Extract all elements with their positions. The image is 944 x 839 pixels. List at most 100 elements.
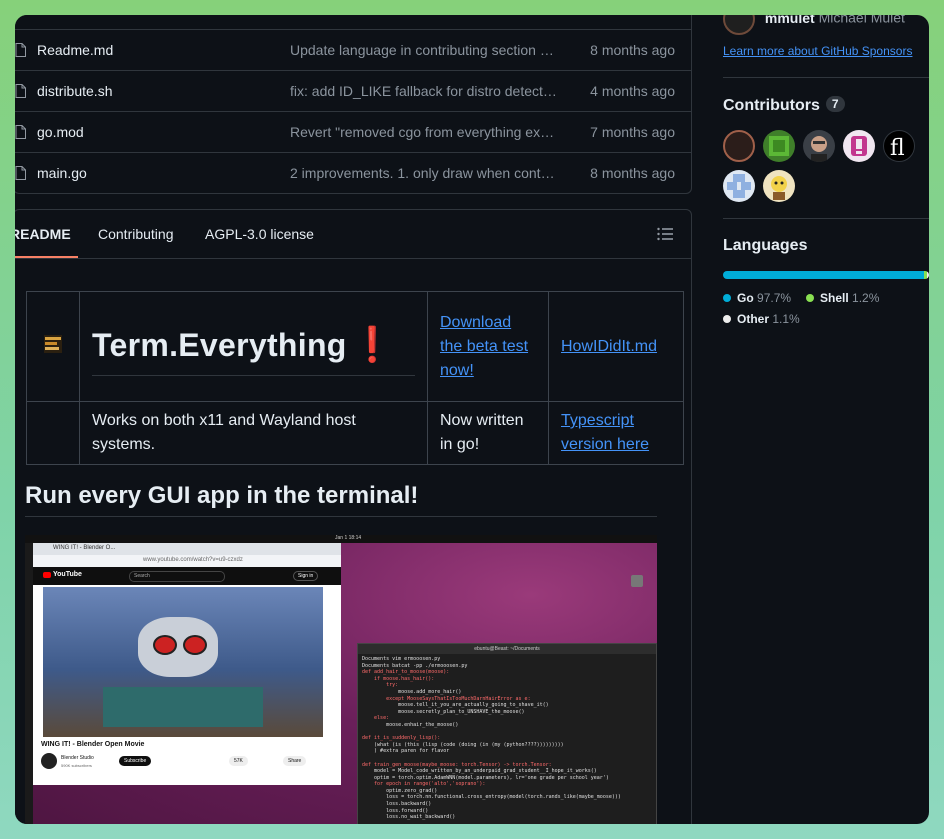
contributor-avatar[interactable] bbox=[763, 170, 795, 202]
youtube-logo-icon bbox=[43, 572, 51, 578]
language-shell[interactable]: Shell 1.2% bbox=[806, 291, 879, 305]
browser-tabbar: WING IT! - Blender O... bbox=[33, 543, 341, 555]
learn-sponsors-link[interactable]: Learn more about GitHub Sponsors bbox=[723, 44, 912, 58]
video-player[interactable] bbox=[43, 587, 323, 737]
download-beta-link[interactable]: Download the beta test now! bbox=[440, 314, 528, 379]
empty-cell bbox=[26, 401, 80, 465]
youtube-search[interactable]: Search bbox=[129, 571, 225, 582]
howididit-link[interactable]: HowIDidIt.md bbox=[561, 338, 657, 355]
commit-message[interactable]: 2 improvements. 1. only draw when conten… bbox=[290, 165, 558, 181]
file-row[interactable]: Readme.md Update language in contributin… bbox=[15, 29, 691, 70]
commit-time: 4 months ago bbox=[590, 83, 675, 99]
header-table: Term.Everything ❗ Download the beta test… bbox=[26, 291, 684, 465]
tab-contributing[interactable]: Contributing bbox=[98, 226, 174, 242]
subscribe-button[interactable]: Subscribe bbox=[119, 756, 152, 766]
contributor-drawing bbox=[771, 176, 787, 200]
tab-readme[interactable]: README bbox=[15, 226, 71, 242]
sidebar-divider bbox=[723, 218, 929, 219]
goggle-left bbox=[153, 635, 177, 655]
terminal-line: except MooseSaysThatIsTooMuchDarnHairErr… bbox=[362, 695, 531, 702]
channel-name: Blender Studio bbox=[61, 755, 94, 761]
language-percent: 97.7% bbox=[757, 291, 792, 305]
terminal-line: else: bbox=[362, 715, 390, 722]
terminal-line: loss.forward() bbox=[362, 807, 429, 814]
contributor-avatar[interactable] bbox=[723, 130, 755, 162]
terminal-line: moose.add_more_hair() bbox=[362, 688, 462, 695]
file-icon bbox=[15, 43, 26, 57]
file-icon bbox=[15, 166, 26, 180]
repo-sidebar: mmulet Michael Mulet Learn more about Gi… bbox=[723, 15, 929, 824]
terminal-line: Documents batcat -pp ./ermooosen.py bbox=[362, 662, 468, 669]
file-name[interactable]: Readme.md bbox=[37, 42, 113, 58]
terminal-body: Documents vim ermooosen.py Documents batc… bbox=[358, 654, 656, 823]
contributor-monogram: fl bbox=[890, 136, 905, 161]
contributor-avatar[interactable] bbox=[723, 170, 755, 202]
typescript-link[interactable]: Typescript version here bbox=[561, 412, 649, 453]
readme-tabs: README Contributing AGPL-3.0 license bbox=[15, 210, 691, 259]
language-other[interactable]: Other 1.1% bbox=[723, 312, 800, 326]
active-tab-indicator bbox=[15, 256, 78, 258]
go-color-dot bbox=[723, 294, 731, 302]
terminal-titlebar: ebuntu@Beast: ~/Documents bbox=[358, 644, 656, 654]
project-title: Term.Everything bbox=[92, 327, 347, 363]
language-name: Go bbox=[737, 291, 754, 305]
desktop-dock bbox=[25, 543, 33, 824]
youtube-header: YouTube Search Sign in bbox=[33, 567, 341, 585]
share-button[interactable]: Share bbox=[283, 756, 307, 766]
language-go[interactable]: Go 97.7% bbox=[723, 291, 791, 305]
terminal-line: moose.tell_it_you_are_actually_going_to_… bbox=[362, 702, 549, 709]
file-row[interactable]: go.mod Revert "removed cgo from everythi… bbox=[15, 111, 691, 152]
browser-tab-title: WING IT! - Blender O... bbox=[53, 545, 116, 551]
howidid-cell: HowIDidIt.md bbox=[548, 291, 684, 402]
title-cell: Term.Everything ❗ bbox=[79, 291, 428, 402]
browser-window: Readme.md Update language in contributin… bbox=[15, 15, 929, 824]
file-name[interactable]: go.mod bbox=[37, 124, 84, 140]
file-name[interactable]: distribute.sh bbox=[37, 83, 112, 99]
desktop-home-icon bbox=[631, 575, 643, 587]
contributor-identicon bbox=[727, 174, 751, 198]
terminal-line: loss.no_wait_backward() bbox=[362, 814, 456, 821]
languages-title: Languages bbox=[723, 237, 808, 254]
commit-time: 8 months ago bbox=[590, 42, 675, 58]
file-row[interactable]: distribute.sh fix: add ID_LIKE fallback … bbox=[15, 70, 691, 111]
contributor-avatar[interactable] bbox=[843, 130, 875, 162]
demo-screenshot: Jan 1 18:14 WING IT! - Blender O... www.… bbox=[25, 535, 657, 824]
channel-subscribers: 590K subscribers bbox=[61, 763, 92, 768]
contributors-heading[interactable]: Contributors 7 bbox=[723, 96, 845, 115]
heading-divider bbox=[25, 516, 657, 517]
file-name[interactable]: main.go bbox=[37, 165, 87, 181]
terminal-line: loss.backward() bbox=[362, 801, 432, 808]
commit-message[interactable]: Revert "removed cgo from everything exce… bbox=[290, 124, 558, 140]
sponsor-username[interactable]: mmulet bbox=[765, 15, 815, 26]
contributor-avatar[interactable] bbox=[803, 130, 835, 162]
tab-license[interactable]: AGPL-3.0 license bbox=[205, 226, 314, 242]
terminal-line: def add_hair_to_moose(moose): bbox=[362, 669, 450, 676]
contributor-avatar[interactable]: fl bbox=[883, 130, 915, 162]
sign-in-button[interactable]: Sign in bbox=[293, 571, 319, 581]
goggle-right bbox=[183, 635, 207, 655]
other-color-dot bbox=[723, 315, 731, 323]
terminal-line: optim = torch.optim.AdamWNN(model.parame… bbox=[362, 774, 609, 781]
file-row[interactable]: main.go 2 improvements. 1. only draw whe… bbox=[15, 152, 691, 193]
terminal-line: if moose.has_hair(): bbox=[362, 675, 435, 682]
like-button[interactable]: 57K bbox=[229, 756, 248, 766]
terminal-line: for epoch in range('alto','soprano'): bbox=[362, 781, 486, 788]
contributor-avatar[interactable] bbox=[763, 130, 795, 162]
terminal-line: def it_is_suddenly_lisp(): bbox=[362, 735, 441, 742]
commit-message[interactable]: Update language in contributing section … bbox=[290, 42, 558, 58]
terminal-line: moose.enhair_the_moose() bbox=[362, 721, 459, 728]
sidebar-divider bbox=[723, 77, 929, 78]
sponsor-avatar bbox=[723, 15, 755, 35]
sponsor-entry[interactable]: mmulet Michael Mulet bbox=[723, 15, 905, 35]
download-cell: Download the beta test now! bbox=[427, 291, 549, 402]
channel-avatar bbox=[41, 753, 57, 769]
youtube-browser: WING IT! - Blender O... www.youtube.com/… bbox=[33, 543, 341, 785]
terminal-line: optim.zero_grad() bbox=[362, 787, 438, 794]
outline-icon[interactable] bbox=[657, 227, 673, 241]
works-text: Works on both x11 and Wayland host syste… bbox=[92, 412, 356, 453]
terminal-line: ) #extra paren for flavor bbox=[362, 748, 450, 755]
language-percent: 1.2% bbox=[852, 291, 880, 305]
commit-message[interactable]: fix: add ID_LIKE fallback for distro det… bbox=[290, 83, 558, 99]
